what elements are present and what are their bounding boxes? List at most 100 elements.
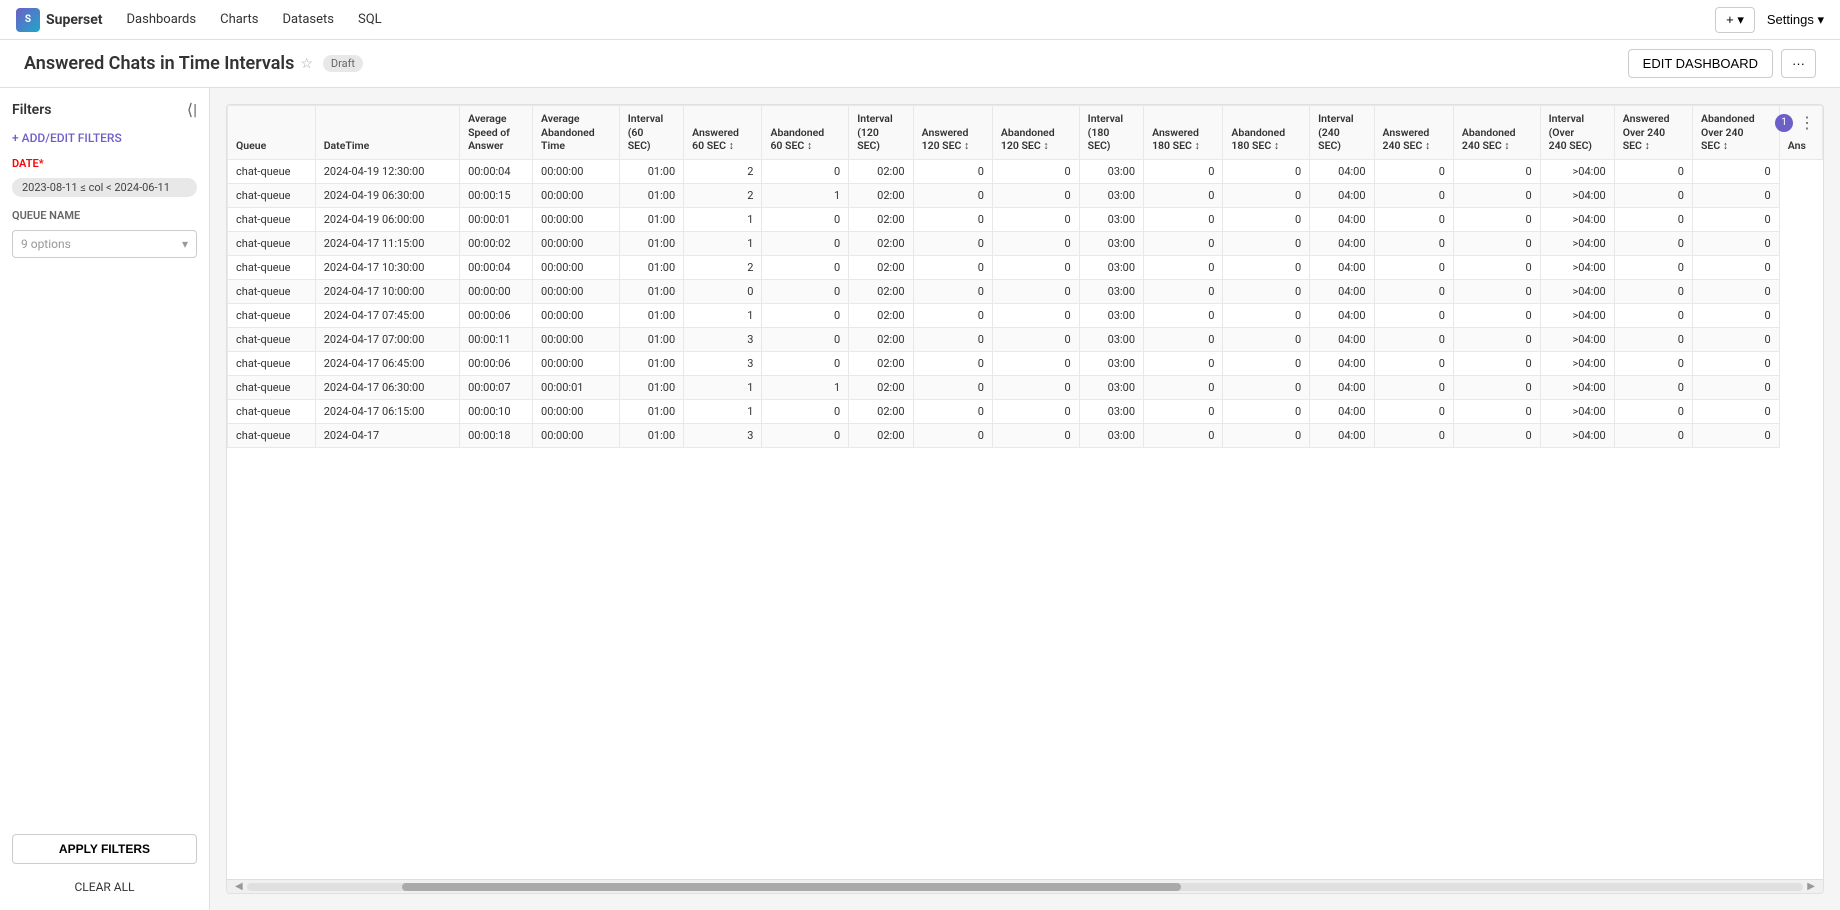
table-cell: 01:00 bbox=[619, 279, 683, 303]
col-interval-60[interactable]: Interval(60SEC) bbox=[619, 106, 683, 160]
table-cell: 0 bbox=[762, 399, 849, 423]
filters-sidebar: Filters ⟨| + ADD/EDIT FILTERS DATE* 2023… bbox=[0, 88, 210, 910]
nav-datasets[interactable]: Datasets bbox=[283, 8, 335, 31]
sidebar-collapse-button[interactable]: ⟨| bbox=[187, 100, 197, 119]
table-cell: 02:00 bbox=[849, 423, 913, 447]
table-cell: 0 bbox=[1614, 183, 1692, 207]
table-cell: 0 bbox=[992, 183, 1079, 207]
table-cell: 0 bbox=[1144, 255, 1223, 279]
table-cell: 00:00:00 bbox=[533, 423, 620, 447]
table-cell: 0 bbox=[1223, 303, 1310, 327]
table-cell: 1 bbox=[684, 207, 762, 231]
table-cell: 0 bbox=[913, 423, 992, 447]
table-cell: 0 bbox=[762, 327, 849, 351]
table-cell: 0 bbox=[1453, 423, 1540, 447]
table-cell: 0 bbox=[1144, 207, 1223, 231]
scroll-left-arrow[interactable]: ◀ bbox=[231, 881, 247, 892]
table-row: chat-queue2024-04-17 07:00:0000:00:1100:… bbox=[228, 327, 1823, 351]
table-cell: 2024-04-17 06:30:00 bbox=[315, 375, 459, 399]
table-cell: 04:00 bbox=[1310, 375, 1374, 399]
col-interval-180[interactable]: Interval(180SEC) bbox=[1079, 106, 1143, 160]
table-cell: 00:00:01 bbox=[533, 375, 620, 399]
table-cell: 0 bbox=[913, 327, 992, 351]
col-avg-abandoned[interactable]: AverageAbandonedTime bbox=[533, 106, 620, 160]
col-abandoned-60[interactable]: Abandoned60 SEC ↕ bbox=[762, 106, 849, 160]
col-interval-over-240[interactable]: Interval(Over240 SEC) bbox=[1540, 106, 1614, 160]
col-answered-120[interactable]: Answered120 SEC ↕ bbox=[913, 106, 992, 160]
table-cell: >04:00 bbox=[1540, 231, 1614, 255]
date-filter-value[interactable]: 2023-08-11 ≤ col < 2024-06-11 bbox=[12, 178, 197, 197]
col-interval-240[interactable]: Interval(240SEC) bbox=[1310, 106, 1374, 160]
col-answered-180[interactable]: Answered180 SEC ↕ bbox=[1144, 106, 1223, 160]
scrollbar-thumb[interactable] bbox=[402, 883, 1180, 891]
nav-charts[interactable]: Charts bbox=[220, 8, 258, 31]
table-cell: 2 bbox=[684, 255, 762, 279]
favorite-icon[interactable]: ☆ bbox=[300, 56, 313, 72]
table-cell: 03:00 bbox=[1079, 183, 1143, 207]
horizontal-scrollbar[interactable]: ◀ ▶ bbox=[227, 879, 1823, 893]
nav-dashboards[interactable]: Dashboards bbox=[127, 8, 197, 31]
table-row: chat-queue2024-04-19 06:30:0000:00:1500:… bbox=[228, 183, 1823, 207]
table-cell: chat-queue bbox=[228, 375, 316, 399]
main-content: 1 ⋮ Queue DateTime AverageSpeed ofAnswer… bbox=[210, 88, 1840, 910]
col-answered-240[interactable]: Answered240 SEC ↕ bbox=[1374, 106, 1453, 160]
table-cell: 0 bbox=[762, 279, 849, 303]
col-abandoned-180[interactable]: Abandoned180 SEC ↕ bbox=[1223, 106, 1310, 160]
apply-filters-button[interactable]: APPLY FILTERS bbox=[12, 834, 197, 864]
table-cell: 2 bbox=[684, 159, 762, 183]
table-cell: 0 bbox=[1692, 375, 1779, 399]
add-button[interactable]: + ▾ bbox=[1715, 7, 1755, 33]
table-cell: 04:00 bbox=[1310, 351, 1374, 375]
table-cell: 01:00 bbox=[619, 303, 683, 327]
settings-button[interactable]: Settings ▾ bbox=[1767, 12, 1824, 28]
edit-dashboard-button[interactable]: EDIT DASHBOARD bbox=[1628, 49, 1773, 78]
col-abandoned-240[interactable]: Abandoned240 SEC ↕ bbox=[1453, 106, 1540, 160]
table-cell: 0 bbox=[1453, 231, 1540, 255]
table-cell: 04:00 bbox=[1310, 423, 1374, 447]
table-cell: 0 bbox=[1692, 207, 1779, 231]
table-cell: 0 bbox=[1374, 375, 1453, 399]
table-cell: chat-queue bbox=[228, 255, 316, 279]
table-row: chat-queue2024-04-17 06:45:0000:00:0600:… bbox=[228, 351, 1823, 375]
scroll-right-arrow[interactable]: ▶ bbox=[1803, 881, 1819, 892]
col-avg-speed[interactable]: AverageSpeed ofAnswer bbox=[460, 106, 533, 160]
clear-all-button[interactable]: CLEAR ALL bbox=[12, 876, 197, 898]
header-actions: EDIT DASHBOARD ··· bbox=[1628, 49, 1816, 78]
data-table-wrapper[interactable]: Queue DateTime AverageSpeed ofAnswer Ave… bbox=[227, 105, 1823, 879]
table-cell: chat-queue bbox=[228, 183, 316, 207]
col-answered-60[interactable]: Answered60 SEC ↕ bbox=[684, 106, 762, 160]
table-cell: chat-queue bbox=[228, 327, 316, 351]
scrollbar-track[interactable] bbox=[247, 883, 1804, 891]
table-cell: 2024-04-17 10:00:00 bbox=[315, 279, 459, 303]
table-cell: 1 bbox=[762, 375, 849, 399]
add-edit-filters-button[interactable]: + ADD/EDIT FILTERS bbox=[12, 131, 197, 145]
col-interval-120[interactable]: Interval(120SEC) bbox=[849, 106, 913, 160]
col-queue[interactable]: Queue bbox=[228, 106, 316, 160]
col-abandoned-120[interactable]: Abandoned120 SEC ↕ bbox=[992, 106, 1079, 160]
table-cell: 0 bbox=[913, 303, 992, 327]
col-abandoned-over-240[interactable]: AbandonedOver 240SEC ↕ bbox=[1692, 106, 1779, 160]
table-cell: 2024-04-19 06:30:00 bbox=[315, 183, 459, 207]
table-cell: >04:00 bbox=[1540, 159, 1614, 183]
main-layout: Filters ⟨| + ADD/EDIT FILTERS DATE* 2023… bbox=[0, 88, 1840, 910]
table-cell: 00:00:06 bbox=[460, 303, 533, 327]
more-options-button[interactable]: ··· bbox=[1781, 49, 1816, 78]
table-cell: 03:00 bbox=[1079, 375, 1143, 399]
table-cell: 0 bbox=[1453, 279, 1540, 303]
table-cell: 00:00:04 bbox=[460, 255, 533, 279]
table-cell: 0 bbox=[913, 255, 992, 279]
queue-filter-select[interactable]: 9 options ▾ bbox=[12, 230, 197, 258]
table-cell: 03:00 bbox=[1079, 231, 1143, 255]
col-answered-over-240[interactable]: AnsweredOver 240SEC ↕ bbox=[1614, 106, 1692, 160]
table-cell: 1 bbox=[684, 303, 762, 327]
col-datetime[interactable]: DateTime bbox=[315, 106, 459, 160]
table-cell: 0 bbox=[1453, 375, 1540, 399]
app-logo[interactable]: S Superset bbox=[16, 8, 103, 32]
table-cell: 02:00 bbox=[849, 351, 913, 375]
chart-more-button[interactable]: ⋮ bbox=[1799, 113, 1815, 132]
nav-sql[interactable]: SQL bbox=[358, 8, 382, 31]
table-cell: 0 bbox=[1374, 279, 1453, 303]
table-cell: 0 bbox=[762, 207, 849, 231]
table-row: chat-queue2024-04-19 06:00:0000:00:0100:… bbox=[228, 207, 1823, 231]
table-cell: 1 bbox=[684, 399, 762, 423]
